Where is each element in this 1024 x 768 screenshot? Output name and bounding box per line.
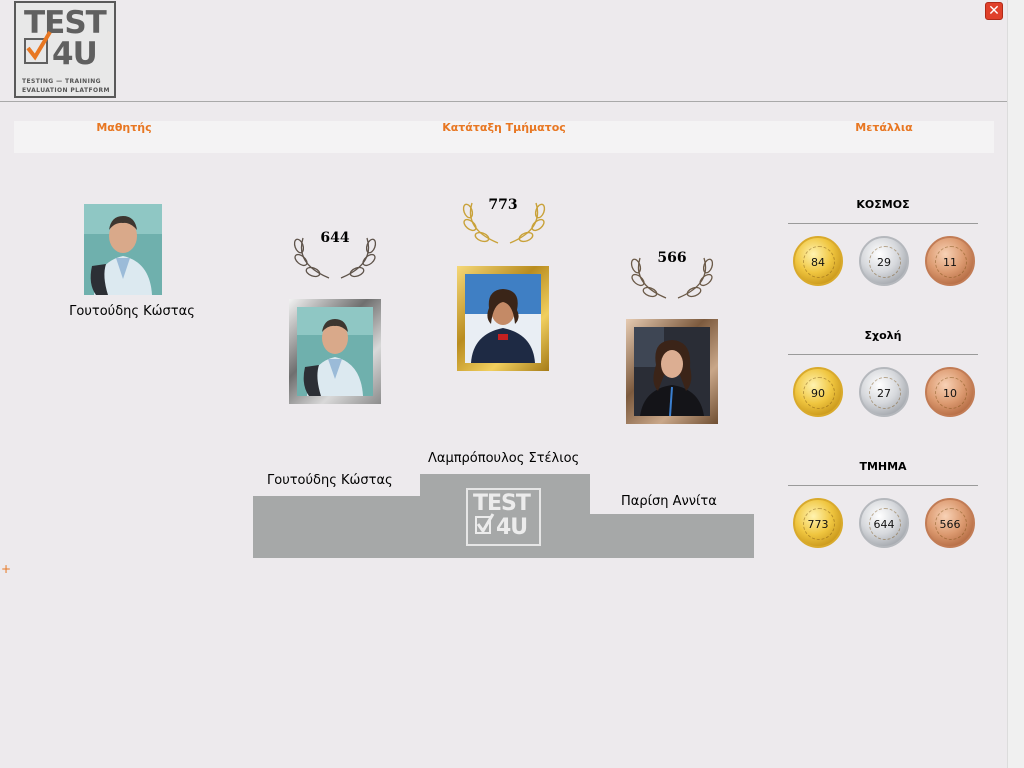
close-button[interactable]: ✕: [985, 2, 1003, 20]
medal-count: 566: [939, 518, 961, 531]
vertical-scrollbar[interactable]: [1007, 0, 1024, 768]
first-place-score: 773: [488, 197, 518, 213]
medal-count: 773: [807, 518, 829, 531]
medal-count: 10: [943, 387, 957, 400]
logo-tagline-1: TESTING — TRAINING: [22, 78, 101, 85]
class-bronze-medal: 566: [925, 498, 975, 548]
avatar: [465, 274, 541, 363]
check-mark-icon: [26, 30, 52, 61]
medals-class-title: ΤΜΗΜΑ: [859, 460, 907, 473]
expand-marker[interactable]: +: [1, 562, 11, 576]
header: TEST 4U TESTING — TRAINING EVALUATION PL…: [0, 0, 1008, 102]
logo-check-icon: [24, 30, 52, 64]
podium-second: [253, 496, 421, 558]
second-place-photo: [289, 299, 381, 404]
third-place-name: Παρίση Αννίτα: [621, 494, 717, 509]
tab-medals[interactable]: Μετάλλια: [834, 121, 934, 153]
school-gold-medal: 90: [793, 367, 843, 417]
school-bronze-medal: 10: [925, 367, 975, 417]
medals-school-title: Σχολή: [864, 329, 902, 342]
avatar: [634, 327, 710, 417]
divider: [788, 223, 978, 224]
class-gold-medal: 773: [793, 498, 843, 548]
world-bronze-medal: 11: [925, 236, 975, 286]
medal-count: 11: [943, 256, 957, 269]
logo-tagline-2: EVALUATION PLATFORM: [22, 87, 110, 94]
check-mark-icon: [476, 513, 495, 534]
medal-count: 644: [873, 518, 895, 531]
first-place-name: Λαμπρόπουλος Στέλιος: [428, 451, 580, 466]
student-avatar: [84, 204, 162, 295]
medal-count: 29: [877, 256, 891, 269]
podium-third: [589, 514, 754, 558]
avatar: [297, 307, 373, 396]
class-silver-medal: 644: [859, 498, 909, 548]
section-tabs: Μαθητής Κατάταξη Τμήματος Μετάλλια: [14, 121, 994, 153]
divider: [788, 354, 978, 355]
second-place-score: 644: [320, 230, 350, 246]
world-silver-medal: 29: [859, 236, 909, 286]
podium-logo-text-bottom: 4U: [496, 515, 528, 540]
second-place-name: Γουτούδης Κώστας: [267, 473, 393, 488]
world-gold-medal: 84: [793, 236, 843, 286]
tab-class-ranking[interactable]: Κατάταξη Τμήματος: [424, 121, 584, 153]
student-name: Γουτούδης Κώστας: [69, 304, 195, 319]
medal-count: 84: [811, 256, 825, 269]
test4u-logo: TEST 4U TESTING — TRAINING EVALUATION PL…: [14, 1, 116, 98]
school-silver-medal: 27: [859, 367, 909, 417]
medal-count: 90: [811, 387, 825, 400]
medal-count: 27: [877, 387, 891, 400]
divider: [788, 485, 978, 486]
logo-text-bottom: 4U: [52, 36, 98, 72]
tab-student[interactable]: Μαθητής: [74, 121, 174, 153]
first-place-photo: [457, 266, 549, 371]
podium-logo: TEST 4U: [466, 488, 541, 546]
medals-world-title: ΚΟΣΜΟΣ: [856, 198, 910, 211]
third-place-photo: [626, 319, 718, 424]
podium-logo-check-icon: [475, 513, 495, 534]
third-place-score: 566: [657, 250, 687, 266]
